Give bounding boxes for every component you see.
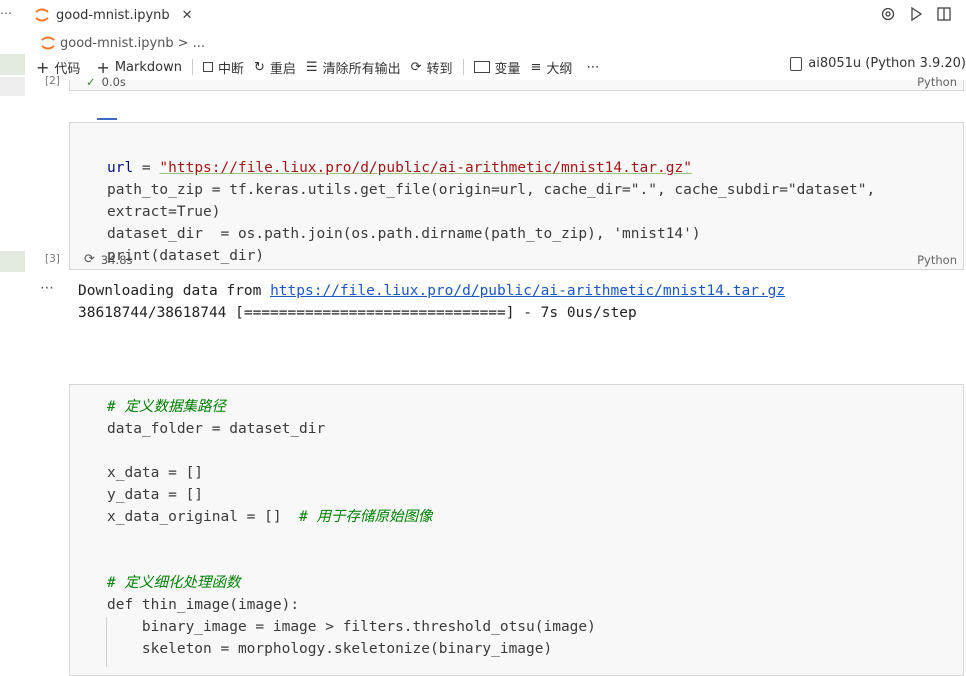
close-icon[interactable]: ✕	[182, 8, 193, 23]
code-line: x_data_original = []	[107, 509, 282, 525]
restart-label: 重启	[269, 61, 296, 77]
plus-icon: +	[96, 57, 110, 77]
execution-time: 34.8s	[100, 252, 133, 267]
more-icon[interactable]: ⋯	[0, 6, 12, 20]
toolbar-divider	[462, 59, 464, 75]
gutter-marker	[0, 77, 25, 96]
stop-icon	[202, 62, 213, 72]
outline-label: 大纲	[546, 61, 573, 77]
cell-status: ⟳ 34.8s	[84, 252, 133, 267]
check-icon: ✓	[86, 75, 96, 89]
interrupt-label: 中断	[217, 61, 244, 77]
execution-count: [2]	[45, 75, 60, 87]
add-code-label: 代码	[54, 61, 81, 77]
toolbar-divider	[191, 59, 193, 75]
add-code-button[interactable]: + 代码	[36, 58, 80, 77]
tab-title: good-mnist.ipynb	[56, 7, 170, 23]
code-line: path_to_zip = tf.keras.utils.get_file(or…	[107, 182, 876, 198]
execution-time: 0.0s	[101, 75, 126, 89]
clear-outputs-label: 清除所有输出	[322, 61, 401, 77]
code-comment: # 定义细化处理函数	[107, 575, 241, 591]
indent-guide	[106, 617, 107, 667]
variables-label: 变量	[494, 61, 521, 77]
tab-bar: good-mnist.ipynb ✕	[26, 0, 966, 30]
jupyter-icon	[35, 8, 49, 22]
settings-gear-icon[interactable]	[880, 6, 896, 22]
goto-button[interactable]: ⟳ 转到	[411, 58, 453, 77]
code-token: url	[107, 160, 134, 176]
cell-language[interactable]: Python	[917, 253, 957, 267]
goto-icon: ⟳	[410, 59, 422, 75]
interrupt-button[interactable]: 中断	[202, 58, 244, 77]
tab-good-mnist[interactable]: good-mnist.ipynb ✕	[34, 5, 193, 25]
refresh-icon: ⟳	[84, 252, 95, 267]
outline-list-icon: ≡	[530, 59, 542, 75]
output-progress-text: 38618744/38618744 [=====================…	[78, 305, 637, 321]
more-actions-button[interactable]: ⋯	[586, 60, 599, 75]
cell-language[interactable]: Python	[917, 75, 957, 89]
code-cell-previous[interactable]: ✓ 0.0s Python	[69, 75, 964, 91]
code-line: binary_image = image > filters.threshold…	[107, 619, 596, 635]
restart-button[interactable]: ↻ 重启	[254, 58, 296, 77]
breadcrumb-tail[interactable]: ...	[193, 36, 205, 51]
breadcrumb-sep: >	[177, 35, 189, 51]
clear-all-icon: ☰	[305, 59, 318, 75]
code-line: def thin_image(image):	[107, 597, 300, 613]
gutter-marker	[0, 54, 25, 75]
kernel-picker[interactable]: ai8051u (Python 3.9.20)	[790, 56, 966, 71]
cell-status: ✓ 0.0s	[86, 75, 126, 89]
restart-icon: ↻	[253, 59, 265, 75]
code-line: dataset_dir = os.path.join(os.path.dirna…	[107, 226, 701, 242]
more-icon: ⋯	[586, 59, 600, 75]
code-cell[interactable]: # 定义数据集路径 data_folder = dataset_dir x_da…	[69, 384, 964, 676]
code-string-url: "https://file.liux.pro/d/public/ai-arith…	[159, 160, 692, 176]
jupyter-icon	[41, 36, 55, 50]
outline-button[interactable]: ≡ 大纲	[531, 58, 573, 77]
breadcrumb-file[interactable]: good-mnist.ipynb	[60, 36, 174, 51]
execution-count: [3]	[45, 253, 60, 265]
code-cell[interactable]: url = "https://file.liux.pro/d/public/ai…	[69, 122, 964, 270]
code-line: skeleton = morphology.skeletonize(binary…	[107, 641, 553, 657]
code-line: y_data = []	[107, 487, 204, 503]
kernel-icon	[790, 56, 803, 71]
cell-focus-indicator	[97, 118, 117, 120]
breadcrumb: good-mnist.ipynb > ...	[40, 35, 205, 51]
cell-output: Downloading data from https://file.liux.…	[78, 280, 785, 324]
code-token: =	[133, 160, 160, 176]
output-menu-icon[interactable]: ⋯	[40, 280, 54, 296]
variables-icon	[473, 61, 490, 73]
notebook-toolbar: + 代码 + Markdown 中断 ↻ 重启 ☰ 清除所有输出 ⟳ 转到 变量…	[26, 56, 966, 78]
run-icon[interactable]	[908, 6, 924, 22]
code-line: data_folder = dataset_dir	[107, 421, 326, 437]
output-text: Downloading data from	[78, 283, 271, 299]
goto-label: 转到	[426, 61, 453, 77]
add-markdown-button[interactable]: + Markdown	[96, 58, 182, 77]
code-comment: # 用于存储原始图像	[281, 509, 433, 525]
add-markdown-label: Markdown	[114, 59, 182, 75]
code-comment: # 定义数据集路径	[107, 399, 226, 415]
clear-outputs-button[interactable]: ☰ 清除所有输出	[306, 58, 401, 77]
code-line: extract=True)	[107, 204, 221, 220]
activity-gutter: ⋯	[0, 0, 26, 667]
code-editor[interactable]: # 定义数据集路径 data_folder = dataset_dir x_da…	[107, 396, 596, 660]
output-link[interactable]: https://file.liux.pro/d/public/ai-arithm…	[270, 283, 785, 299]
kernel-label: ai8051u (Python 3.9.20)	[808, 56, 966, 71]
code-line: x_data = []	[107, 465, 204, 481]
variables-button[interactable]: 变量	[473, 58, 521, 77]
code-editor[interactable]: url = "https://file.liux.pro/d/public/ai…	[107, 135, 875, 267]
plus-icon: +	[36, 57, 50, 77]
gutter-marker	[0, 251, 25, 272]
split-editor-icon[interactable]	[936, 6, 952, 22]
